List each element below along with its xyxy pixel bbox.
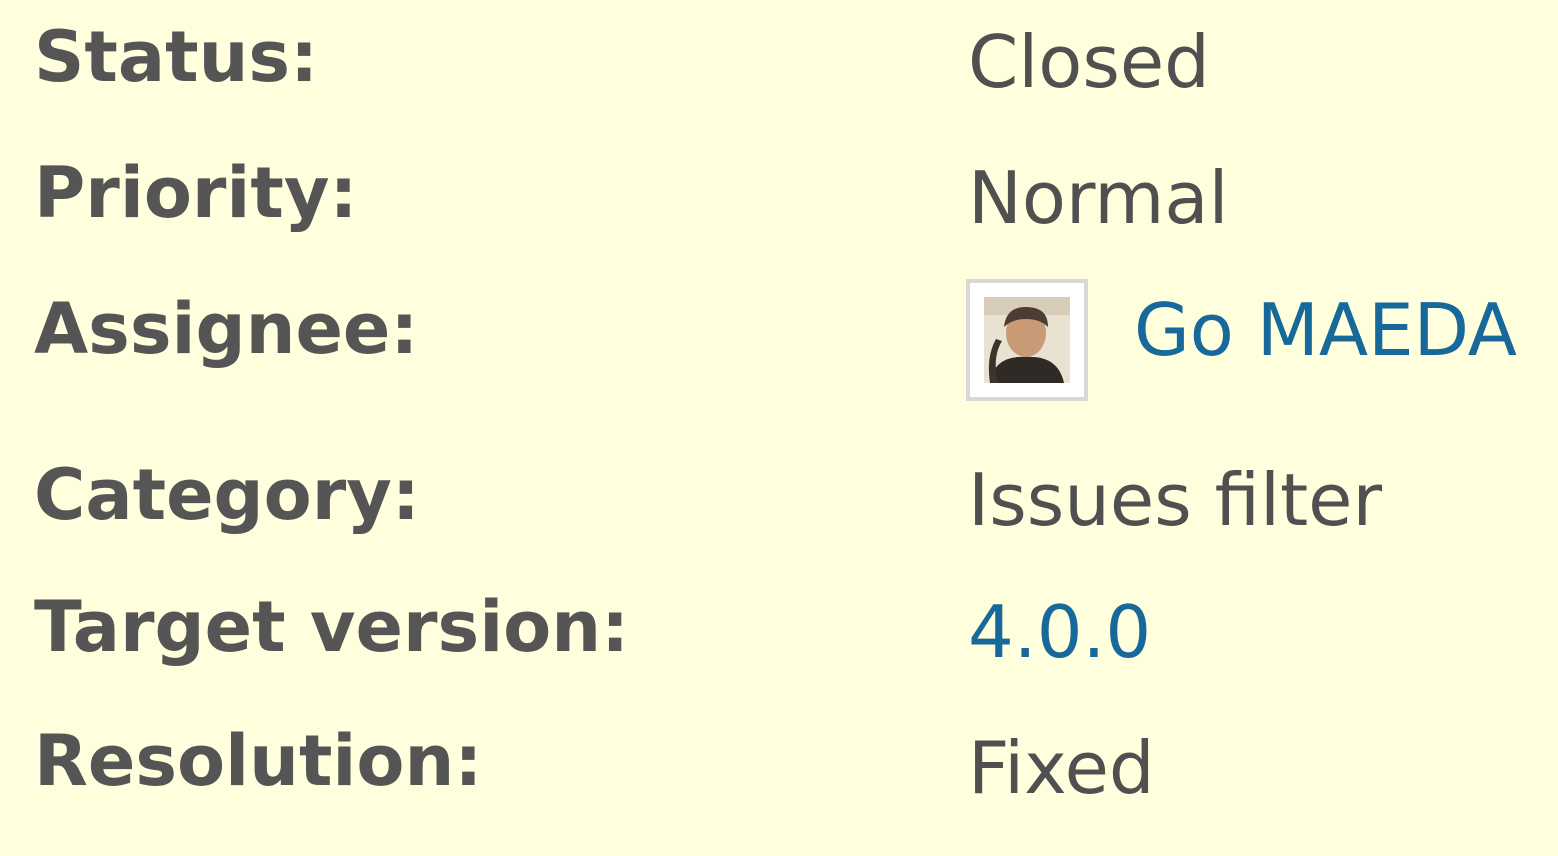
status-label: Status: — [34, 16, 319, 98]
target-version-label: Target version: — [34, 586, 630, 668]
status-row: Status: Closed — [0, 22, 1558, 152]
resolution-label: Resolution: — [34, 720, 483, 802]
assignee-link[interactable]: Go MAEDA — [1134, 294, 1517, 366]
priority-value: Normal — [968, 156, 1229, 240]
priority-row: Priority: Normal — [0, 158, 1558, 288]
assignee-label: Assignee: — [34, 288, 419, 370]
target-version-link[interactable]: 4.0.0 — [968, 596, 1151, 668]
user-avatar-icon — [984, 297, 1070, 383]
category-row: Category: Issues filter — [0, 460, 1558, 590]
priority-label: Priority: — [34, 152, 358, 234]
assignee-avatar[interactable] — [966, 279, 1088, 401]
resolution-value: Fixed — [968, 726, 1155, 810]
resolution-row: Resolution: Fixed — [0, 726, 1558, 856]
assignee-row: Assignee: Go MAEDA — [0, 294, 1558, 424]
status-value: Closed — [968, 20, 1210, 104]
target-version-row: Target version: 4.0.0 — [0, 592, 1558, 722]
issue-attributes: Status: Closed Priority: Normal Assignee… — [0, 0, 1558, 804]
category-value: Issues filter — [968, 458, 1383, 542]
category-label: Category: — [34, 454, 420, 536]
